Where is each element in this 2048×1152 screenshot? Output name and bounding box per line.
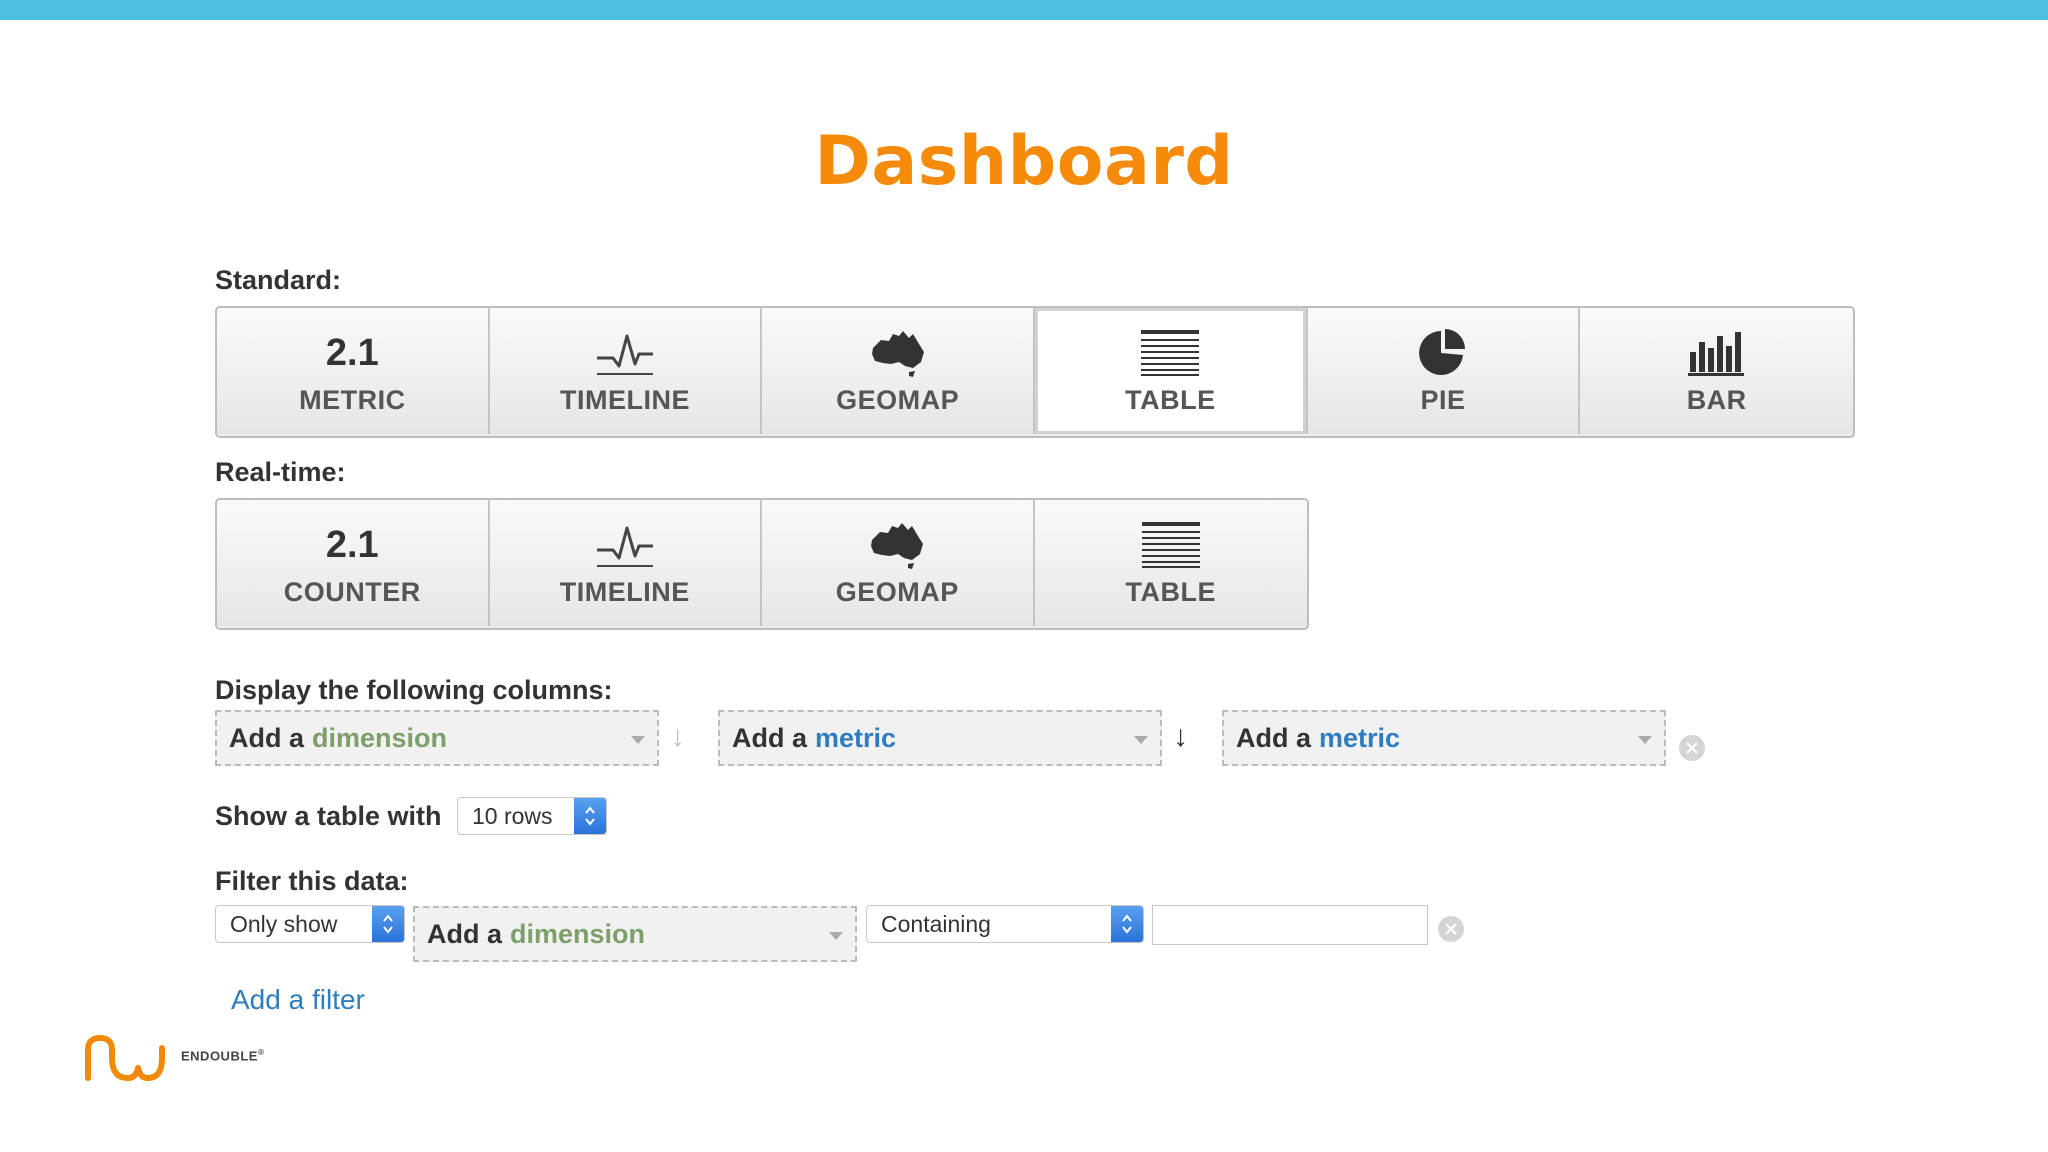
filter-section-label: Filter this data: <box>215 866 409 896</box>
select-prefix: Add a <box>732 722 808 753</box>
filter-value-input[interactable] <box>1152 905 1428 945</box>
rows-count-select[interactable]: 10 rows <box>457 797 607 835</box>
filter-condition-value: Containing <box>881 910 991 937</box>
filter-mode-select[interactable]: Only show <box>215 905 405 943</box>
filter-dimension-select[interactable]: Add a dimension <box>413 906 857 962</box>
australia-map-icon <box>869 327 927 379</box>
realtime-widget-row: 2.1 COUNTER TIMELINE GEOMAP TABLE <box>215 498 1309 630</box>
widget-label: METRIC <box>299 384 406 415</box>
select-stepper-icon <box>372 906 404 942</box>
timeline-pulse-icon <box>595 519 655 571</box>
realtime-table-button[interactable]: TABLE <box>1034 500 1307 626</box>
realtime-geomap-button[interactable]: GEOMAP <box>762 500 1035 626</box>
column-metric-select-1[interactable]: Add a metric <box>718 710 1162 766</box>
arrow-down-icon[interactable]: ↓ <box>670 720 685 754</box>
australia-map-icon <box>868 519 926 571</box>
standard-widget-row: 2.1 METRIC TIMELINE GEOMAP TABLE PIE BAR <box>215 306 1855 438</box>
metric-number-icon: 2.1 <box>325 331 379 374</box>
select-prefix: Add a <box>229 722 305 753</box>
standard-geomap-button[interactable]: GEOMAP <box>762 308 1036 434</box>
standard-table-button[interactable]: TABLE <box>1035 308 1308 434</box>
widget-label: TABLE <box>1125 384 1216 415</box>
standard-pie-button[interactable]: PIE <box>1307 308 1581 434</box>
widget-label: BAR <box>1686 384 1747 415</box>
select-prefix: Add a <box>427 918 503 949</box>
select-keyword: metric <box>1319 722 1401 753</box>
registered-mark: ® <box>257 1048 265 1057</box>
endouble-logo-icon <box>84 1034 166 1087</box>
widget-label: TIMELINE <box>559 576 690 607</box>
widget-label: COUNTER <box>283 576 421 607</box>
column-dimension-select[interactable]: Add a dimension <box>215 710 659 766</box>
select-keyword: dimension <box>312 722 448 753</box>
remove-column-icon[interactable] <box>1679 735 1705 761</box>
widget-label: GEOMAP <box>836 384 960 415</box>
standard-metric-button[interactable]: 2.1 METRIC <box>217 308 490 434</box>
select-prefix: Add a <box>1236 722 1312 753</box>
realtime-section-label: Real-time: <box>215 457 346 487</box>
page-title: Dashboard <box>814 122 1234 201</box>
logo-wordmark: ENDOUBLE® <box>181 1048 265 1064</box>
select-stepper-icon <box>1111 906 1143 942</box>
remove-filter-icon[interactable] <box>1438 916 1464 942</box>
chevron-down-icon <box>631 736 645 744</box>
columns-section-label: Display the following columns: <box>215 675 613 705</box>
realtime-counter-button[interactable]: 2.1 COUNTER <box>217 500 490 626</box>
top-accent-bar <box>0 0 2048 20</box>
realtime-timeline-button[interactable]: TIMELINE <box>489 500 762 626</box>
widget-label: GEOMAP <box>835 576 959 607</box>
bar-chart-icon <box>1687 327 1746 379</box>
timeline-pulse-icon <box>595 327 655 379</box>
standard-section-label: Standard: <box>215 265 342 295</box>
widget-label: TABLE <box>1125 576 1216 607</box>
arrow-down-icon[interactable]: ↓ <box>1173 720 1188 754</box>
standard-bar-button[interactable]: BAR <box>1580 308 1853 434</box>
chevron-down-icon <box>1134 736 1148 744</box>
widget-label: PIE <box>1420 384 1466 415</box>
select-stepper-icon <box>574 798 606 834</box>
select-keyword: dimension <box>510 918 646 949</box>
rows-count-value: 10 rows <box>472 802 553 829</box>
table-lines-icon <box>1141 519 1200 571</box>
table-lines-icon <box>1141 327 1200 379</box>
add-filter-link[interactable]: Add a filter <box>231 984 365 1016</box>
counter-number-icon: 2.1 <box>325 523 379 566</box>
table-rows-label: Show a table with <box>215 801 442 831</box>
filter-mode-value: Only show <box>230 910 338 937</box>
filter-condition-select[interactable]: Containing <box>866 905 1144 943</box>
column-metric-select-2[interactable]: Add a metric <box>1222 710 1666 766</box>
chevron-down-icon <box>829 932 843 940</box>
select-keyword: metric <box>815 722 897 753</box>
chevron-down-icon <box>1638 736 1652 744</box>
pie-chart-icon <box>1419 327 1467 379</box>
widget-label: TIMELINE <box>560 384 690 415</box>
standard-timeline-button[interactable]: TIMELINE <box>489 308 763 434</box>
